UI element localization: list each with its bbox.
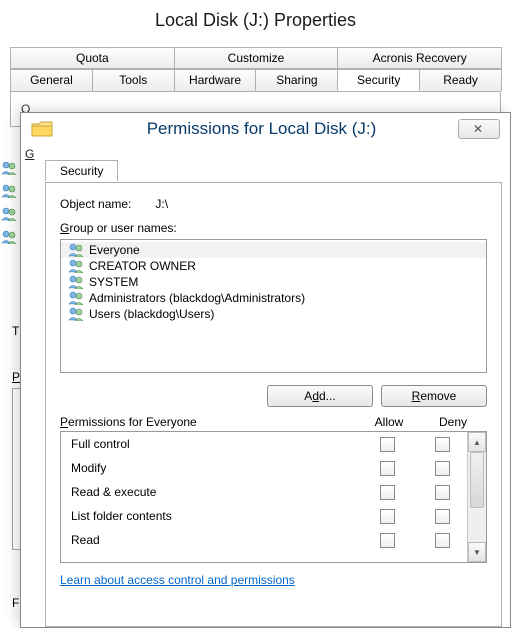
tab-ready[interactable]: Ready xyxy=(419,69,502,91)
scroll-thumb[interactable] xyxy=(470,452,484,508)
permission-name: Modify xyxy=(71,461,357,475)
permission-name: Read & execute xyxy=(71,485,357,499)
permission-row: Full control xyxy=(61,432,467,456)
remove-button[interactable]: Remove xyxy=(381,385,487,407)
fragment-T: T xyxy=(12,324,19,338)
list-item[interactable]: SYSTEM xyxy=(61,274,486,290)
deny-header: Deny xyxy=(419,415,487,429)
fragment-F: F xyxy=(12,596,19,610)
permission-name: List folder contents xyxy=(71,509,357,523)
allow-checkbox[interactable] xyxy=(380,533,395,548)
object-name-value: J:\ xyxy=(155,197,168,211)
permission-row: Read & execute xyxy=(61,480,467,504)
sidebar-fragment xyxy=(0,158,20,250)
group-icon xyxy=(0,230,18,244)
list-item[interactable]: CREATOR OWNER xyxy=(61,258,486,274)
tab-customize[interactable]: Customize xyxy=(174,47,339,69)
permission-name: Full control xyxy=(71,437,357,451)
deny-checkbox[interactable] xyxy=(435,461,450,476)
permissions-dialog: Permissions for Local Disk (J:) ✕ G Secu… xyxy=(20,112,511,628)
tab-security[interactable]: Security xyxy=(337,69,420,91)
allow-checkbox[interactable] xyxy=(380,437,395,452)
list-item-label: Users (blackdog\Users) xyxy=(89,307,214,321)
fragment-P: P xyxy=(12,370,20,384)
scroll-up-icon[interactable]: ▲ xyxy=(468,432,486,452)
group-icon xyxy=(0,184,18,198)
close-icon: ✕ xyxy=(473,122,485,136)
tab-sharing[interactable]: Sharing xyxy=(255,69,338,91)
scroll-down-icon[interactable]: ▼ xyxy=(468,542,486,562)
list-item[interactable]: Users (blackdog\Users) xyxy=(61,306,486,322)
allow-checkbox[interactable] xyxy=(380,509,395,524)
deny-checkbox[interactable] xyxy=(435,509,450,524)
add-button[interactable]: Add... xyxy=(267,385,373,407)
group-icon xyxy=(67,275,85,289)
permission-row: List folder contents xyxy=(61,504,467,528)
list-item-label: Administrators (blackdog\Administrators) xyxy=(89,291,305,305)
group-icon xyxy=(0,161,18,175)
folder-icon xyxy=(31,120,53,138)
object-name-label: Object name: xyxy=(60,197,131,211)
parent-window-title: Local Disk (J:) Properties xyxy=(0,0,511,41)
close-button[interactable]: ✕ xyxy=(458,119,500,139)
tab-general[interactable]: General xyxy=(10,69,93,91)
permissions-header: Permissions for Everyone Allow Deny xyxy=(60,415,487,429)
tab-tools[interactable]: Tools xyxy=(92,69,175,91)
group-icon xyxy=(67,259,85,273)
allow-checkbox[interactable] xyxy=(380,461,395,476)
deny-checkbox[interactable] xyxy=(435,437,450,452)
permission-name: Read xyxy=(71,533,357,547)
list-item-label: SYSTEM xyxy=(89,275,138,289)
deny-checkbox[interactable] xyxy=(435,533,450,548)
permission-row: Modify xyxy=(61,456,467,480)
list-item-label: CREATOR OWNER xyxy=(89,259,196,273)
permissions-grid: Full control Modify Read & execute List fol… xyxy=(60,431,487,563)
list-item[interactable]: Administrators (blackdog\Administrators) xyxy=(61,290,486,306)
list-item[interactable]: Everyone xyxy=(61,242,486,258)
group-icon xyxy=(67,243,85,257)
permission-row: Read xyxy=(61,528,467,552)
group-users-label: Group or user names: xyxy=(60,221,487,235)
tab-acronis-recovery[interactable]: Acronis Recovery xyxy=(337,47,502,69)
scrollbar[interactable]: ▲ ▼ xyxy=(467,432,486,562)
parent-tabstrip: QuotaCustomizeAcronis Recovery GeneralTo… xyxy=(10,47,501,91)
learn-link[interactable]: Learn about access control and permissio… xyxy=(60,573,295,587)
tab-hardware[interactable]: Hardware xyxy=(174,69,257,91)
list-item-label: Everyone xyxy=(89,243,140,257)
security-frame: Object name: J:\ Group or user names: Ev… xyxy=(45,182,502,627)
fragment-box xyxy=(12,388,21,550)
tab-quota[interactable]: Quota xyxy=(10,47,175,69)
group-icon xyxy=(67,291,85,305)
tab-security[interactable]: Security xyxy=(45,160,118,181)
allow-checkbox[interactable] xyxy=(380,485,395,500)
group-shortcut-fragment: G xyxy=(25,147,34,161)
group-icon xyxy=(0,207,18,221)
allow-header: Allow xyxy=(359,415,419,429)
group-user-list[interactable]: Everyone CREATOR OWNER SYSTEM Administrator… xyxy=(60,239,487,373)
group-icon xyxy=(67,307,85,321)
deny-checkbox[interactable] xyxy=(435,485,450,500)
dialog-title: Permissions for Local Disk (J:) xyxy=(65,119,458,139)
